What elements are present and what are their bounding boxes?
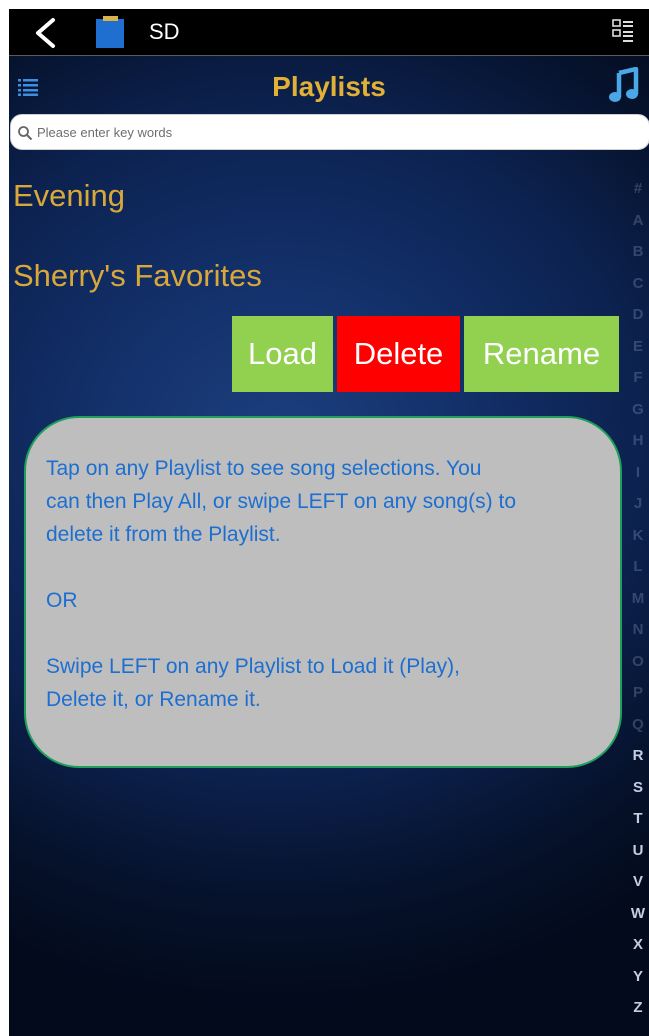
- callout-line: Tap on any Playlist to see song selectio…: [46, 457, 482, 480]
- alphabet-index-letter[interactable]: Q: [629, 709, 647, 741]
- alphabet-index-letter[interactable]: O: [629, 646, 647, 678]
- view-options-icon[interactable]: [612, 18, 634, 44]
- top-action-bar: SD: [9, 9, 649, 55]
- playlist-item-evening[interactable]: Evening: [13, 176, 125, 216]
- alphabet-index-letter[interactable]: M: [629, 583, 647, 615]
- rename-button[interactable]: Rename: [464, 316, 619, 392]
- delete-button[interactable]: Delete: [337, 316, 460, 392]
- alphabet-index-letter[interactable]: #: [629, 173, 647, 205]
- alphabet-index-letter[interactable]: A: [629, 205, 647, 237]
- search-input[interactable]: [37, 119, 627, 145]
- alphabet-index-letter[interactable]: W: [629, 898, 647, 930]
- music-note-icon[interactable]: [609, 67, 639, 103]
- alphabet-index[interactable]: # A B C D E F G H I J K L M N O P Q R S T U V W X Y Z: [629, 173, 647, 1024]
- alphabet-index-letter[interactable]: N: [629, 614, 647, 646]
- alphabet-index-letter[interactable]: U: [629, 835, 647, 867]
- playlist-item-sherrys-favorites[interactable]: Sherry's Favorites: [13, 256, 262, 296]
- alphabet-index-letter[interactable]: I: [629, 457, 647, 489]
- search-bar: [10, 114, 649, 150]
- alphabet-index-letter[interactable]: V: [629, 866, 647, 898]
- back-arrow-icon[interactable]: [29, 16, 63, 50]
- alphabet-index-letter[interactable]: Z: [629, 992, 647, 1024]
- alphabet-index-letter[interactable]: F: [629, 362, 647, 394]
- alphabet-index-letter[interactable]: Y: [629, 961, 647, 993]
- alphabet-index-letter[interactable]: G: [629, 394, 647, 426]
- callout-line: can then Play All, or swipe LEFT on any …: [46, 490, 517, 513]
- alphabet-index-letter[interactable]: X: [629, 929, 647, 961]
- alphabet-index-letter[interactable]: C: [629, 268, 647, 300]
- callout-or: OR: [46, 589, 78, 612]
- header-divider: [9, 55, 649, 56]
- alphabet-index-letter[interactable]: R: [629, 740, 647, 772]
- alphabet-index-letter[interactable]: P: [629, 677, 647, 709]
- help-callout: Tap on any Playlist to see song selectio…: [24, 416, 622, 768]
- search-icon: [18, 126, 33, 141]
- callout-line: Delete it, or Rename it.: [46, 688, 261, 711]
- alphabet-index-letter[interactable]: T: [629, 803, 647, 835]
- callout-line: delete it from the Playlist.: [46, 523, 281, 546]
- callout-line: Swipe LEFT on any Playlist to Load it (P…: [46, 655, 460, 678]
- app-screen: SD Playlists Evening: [9, 9, 649, 1036]
- alphabet-index-letter[interactable]: J: [629, 488, 647, 520]
- storage-source-label[interactable]: SD: [149, 18, 180, 46]
- load-button[interactable]: Load: [232, 316, 333, 392]
- alphabet-index-letter[interactable]: S: [629, 772, 647, 804]
- alphabet-index-letter[interactable]: L: [629, 551, 647, 583]
- playlist-swipe-actions: Load Delete Rename: [232, 316, 619, 392]
- alphabet-index-letter[interactable]: K: [629, 520, 647, 552]
- alphabet-index-letter[interactable]: E: [629, 331, 647, 363]
- alphabet-index-letter[interactable]: D: [629, 299, 647, 331]
- page-title: Playlists: [272, 71, 386, 102]
- alphabet-index-letter[interactable]: B: [629, 236, 647, 268]
- sd-card-icon[interactable]: [95, 16, 125, 48]
- alphabet-index-letter[interactable]: H: [629, 425, 647, 457]
